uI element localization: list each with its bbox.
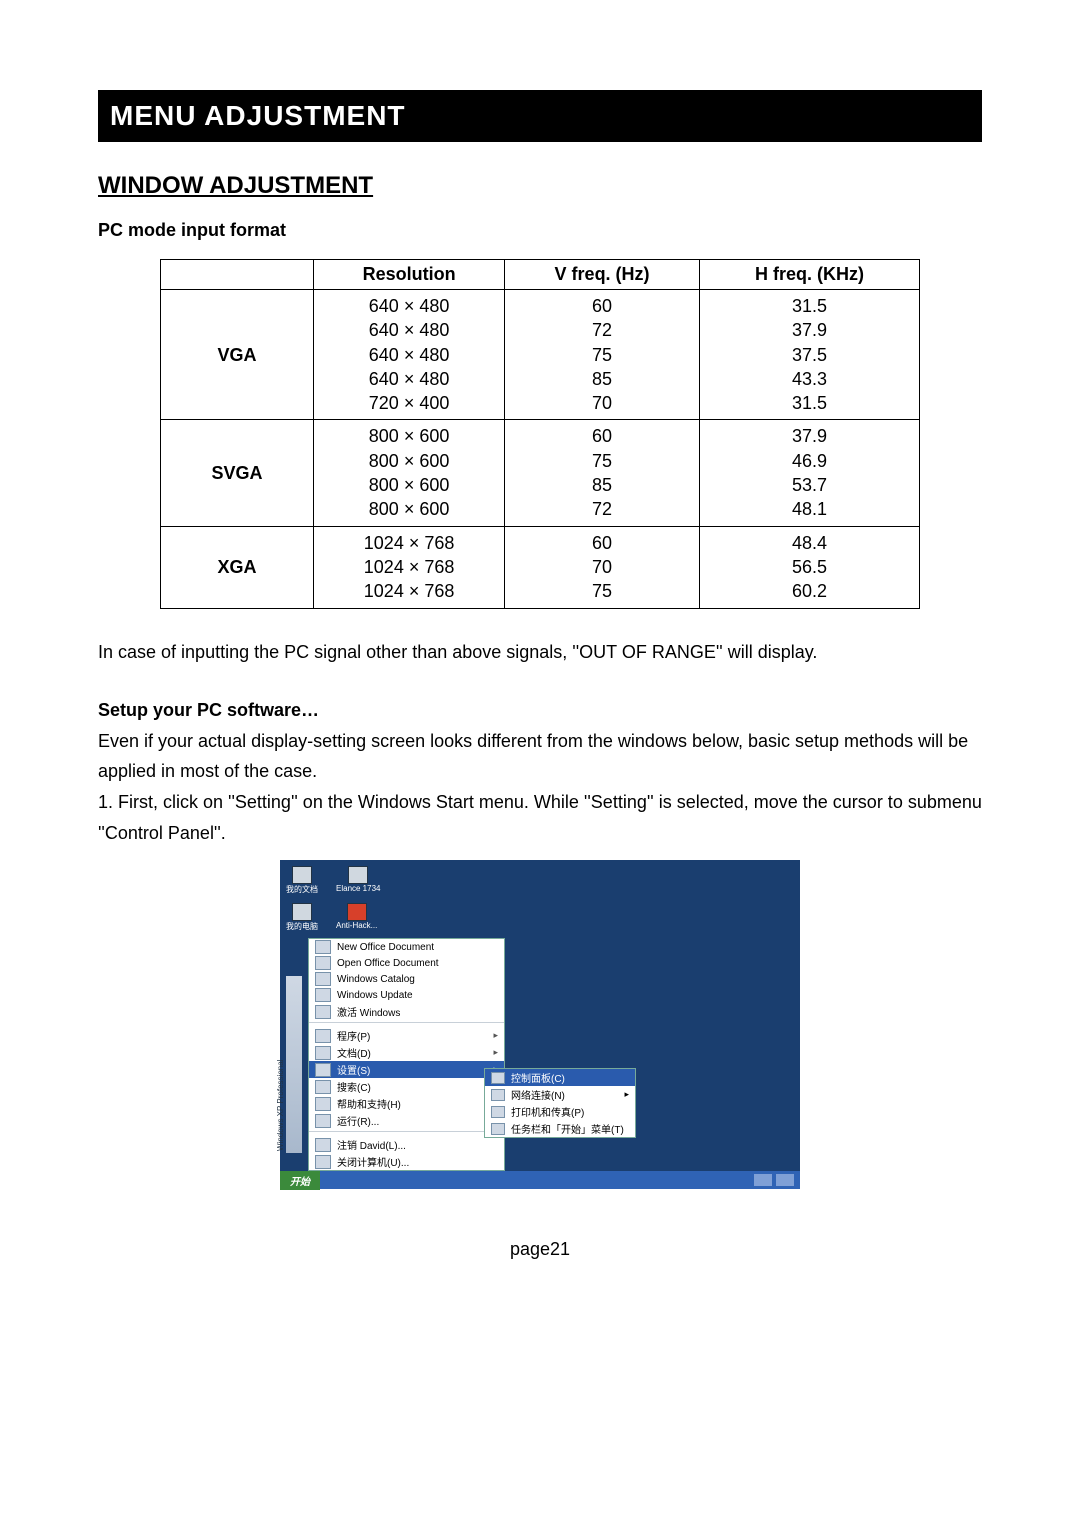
- folder-icon: [292, 866, 312, 884]
- documents-icon: [315, 1046, 331, 1060]
- settings-submenu: 控制面板(C) 网络连接(N)▸ 打印机和传真(P) 任务栏和「开始」菜单(T): [484, 1068, 636, 1138]
- table-header-row: Resolution V freq. (Hz) H freq. (KHz): [161, 260, 920, 290]
- cell: 640 × 480 640 × 480 640 × 480 640 × 480 …: [314, 290, 505, 420]
- group-label-xga: XGA: [161, 526, 314, 608]
- chevron-right-icon: ▸: [493, 1030, 498, 1041]
- desktop-icon[interactable]: Elance 1734: [336, 866, 380, 895]
- desktop-icons-row: 我的文档 Elance 1734: [280, 860, 800, 897]
- cell: 31.5 37.9 37.5 43.3 31.5: [699, 290, 919, 420]
- start-menu-item[interactable]: 激活 Windows: [309, 1003, 504, 1020]
- paragraph-out-of-range: In case of inputting the PC signal other…: [98, 637, 982, 668]
- start-menu-item[interactable]: Windows Update: [309, 987, 504, 1003]
- chevron-right-icon: ▸: [624, 1089, 629, 1100]
- taskbar-settings-icon: [491, 1123, 505, 1135]
- start-menu-item-search[interactable]: 搜索(C)▸: [309, 1078, 504, 1095]
- network-icon: [491, 1089, 505, 1101]
- submenu-item-printers[interactable]: 打印机和传真(P): [485, 1103, 635, 1120]
- cell: 48.4 56.5 60.2: [699, 526, 919, 608]
- settings-icon: [315, 1063, 331, 1077]
- table-row: XGA 1024 × 768 1024 × 768 1024 × 768 60 …: [161, 526, 920, 608]
- star-icon: [347, 903, 367, 921]
- subheading: PC mode input format: [98, 220, 982, 241]
- start-button[interactable]: 开始: [280, 1171, 320, 1190]
- cell: 60 72 75 85 70: [505, 290, 700, 420]
- shutdown-icon: [315, 1155, 331, 1169]
- printer-icon: [491, 1106, 505, 1118]
- folder-icon: [348, 866, 368, 884]
- page-heading-text: MENU ADJUSTMENT: [110, 100, 406, 131]
- table-row: SVGA 800 × 600 800 × 600 800 × 600 800 ×…: [161, 420, 920, 526]
- start-menu-item[interactable]: Open Office Document: [309, 955, 504, 971]
- paragraph-step1: 1. First, click on ''Setting'' on the Wi…: [98, 787, 982, 848]
- group-label-vga: VGA: [161, 290, 314, 420]
- cell: 60 75 85 72: [505, 420, 700, 526]
- start-menu-item[interactable]: New Office Document: [309, 939, 504, 955]
- th-vfreq: V freq. (Hz): [505, 260, 700, 290]
- chevron-right-icon: ▸: [493, 1047, 498, 1058]
- submenu-item-network[interactable]: 网络连接(N)▸: [485, 1086, 635, 1103]
- doc-icon: [315, 940, 331, 954]
- taskbar: 开始: [280, 1171, 800, 1189]
- windows-screenshot: 我的文档 Elance 1734 我的电脑 Anti-Hack... Windo…: [280, 860, 800, 1189]
- th-empty: [161, 260, 314, 290]
- search-icon: [315, 1080, 331, 1094]
- start-menu-side-text: Windows XP Professional: [276, 1060, 285, 1151]
- th-resolution: Resolution: [314, 260, 505, 290]
- start-menu-item-shutdown[interactable]: 关闭计算机(U)...: [309, 1153, 504, 1170]
- computer-icon: [292, 903, 312, 921]
- start-menu-item-help[interactable]: 帮助和支持(H): [309, 1095, 504, 1112]
- group-label-svga: SVGA: [161, 420, 314, 526]
- page-number: page21: [98, 1239, 982, 1260]
- modes-table: Resolution V freq. (Hz) H freq. (KHz) VG…: [160, 259, 920, 609]
- setup-heading: Setup your PC software…: [98, 695, 982, 726]
- cell: 37.9 46.9 53.7 48.1: [699, 420, 919, 526]
- help-icon: [315, 1097, 331, 1111]
- update-icon: [315, 988, 331, 1002]
- table-row: VGA 640 × 480 640 × 480 640 × 480 640 × …: [161, 290, 920, 420]
- start-menu-item[interactable]: Windows Catalog: [309, 971, 504, 987]
- paragraph-setup-intro: Even if your actual display-setting scre…: [98, 726, 982, 787]
- cell: 1024 × 768 1024 × 768 1024 × 768: [314, 526, 505, 608]
- start-menu-item-run[interactable]: 运行(R)...: [309, 1112, 504, 1129]
- control-panel-icon: [491, 1072, 505, 1084]
- start-menu-item-documents[interactable]: 文档(D)▸: [309, 1044, 504, 1061]
- logoff-icon: [315, 1138, 331, 1152]
- start-menu-side-bar: [286, 976, 302, 1153]
- section-heading: WINDOW ADJUSTMENT: [98, 172, 982, 200]
- start-menu-item-settings[interactable]: 设置(S)▸: [309, 1061, 504, 1078]
- submenu-item-taskbar[interactable]: 任务栏和「开始」菜单(T): [485, 1120, 635, 1137]
- tray-icon[interactable]: [776, 1174, 794, 1186]
- key-icon: [315, 1005, 331, 1019]
- desktop-icons-row: 我的电脑 Anti-Hack...: [280, 897, 800, 934]
- doc-icon: [315, 956, 331, 970]
- start-menu-item-programs[interactable]: 程序(P)▸: [309, 1027, 504, 1044]
- programs-icon: [315, 1029, 331, 1043]
- start-menu: New Office Document Open Office Document…: [308, 938, 505, 1171]
- cell: 60 70 75: [505, 526, 700, 608]
- desktop-icon[interactable]: 我的电脑: [286, 903, 318, 932]
- start-menu-item-logoff[interactable]: 注销 David(L)...: [309, 1136, 504, 1153]
- submenu-item-control-panel[interactable]: 控制面板(C): [485, 1069, 635, 1086]
- cell: 800 × 600 800 × 600 800 × 600 800 × 600: [314, 420, 505, 526]
- tray-icon[interactable]: [754, 1174, 772, 1186]
- run-icon: [315, 1114, 331, 1128]
- desktop-icon[interactable]: 我的文档: [286, 866, 318, 895]
- th-hfreq: H freq. (KHz): [699, 260, 919, 290]
- page-heading-bar: MENU ADJUSTMENT: [98, 90, 982, 142]
- system-tray: [754, 1174, 800, 1186]
- desktop-icon[interactable]: Anti-Hack...: [336, 903, 377, 932]
- catalog-icon: [315, 972, 331, 986]
